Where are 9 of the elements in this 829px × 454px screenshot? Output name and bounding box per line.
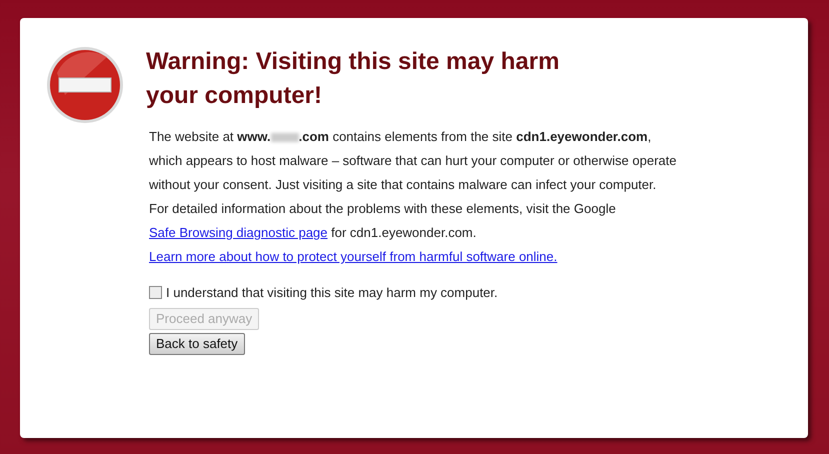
warning-title: Warning: Visiting this site may harm your computer!: [146, 47, 560, 111]
consent-checkbox[interactable]: [149, 286, 162, 300]
no-entry-icon: [45, 45, 125, 125]
warning-paragraph: For detailed information about the problems with these elements, visit the Google Safe Browsing diagnostic page for cdn1.eyewonder.com.: [149, 200, 617, 242]
learn-more-link[interactable]: Learn more about how to protect yourself from harmful software online.: [149, 245, 686, 269]
warning-paragraph: The website at www. .com contains elements from the site cdn1.eyewonder.com, which appears to host malware – software that can hurt your computer or otherwise operate without your consent. Just visiting a site that contains malware can infect your computer.: [149, 128, 678, 194]
diagnostic-link[interactable]: Safe Browsing diagnostic page: [149, 225, 328, 240]
back-button[interactable]: Back to safety: [149, 332, 245, 354]
consent-label: I understand that visiting this site may harm my computer.: [166, 284, 498, 302]
